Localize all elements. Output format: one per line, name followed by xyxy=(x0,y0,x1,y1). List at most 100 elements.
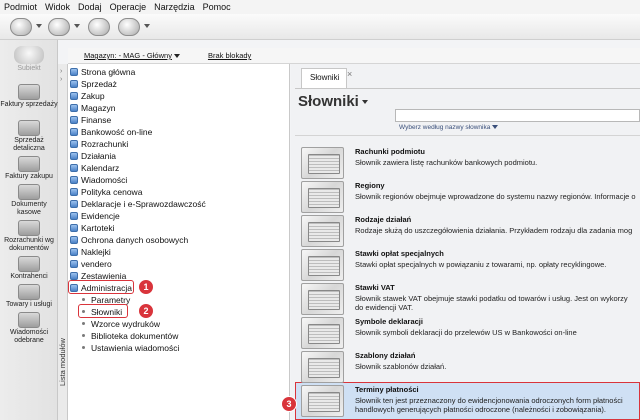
search-input[interactable] xyxy=(395,109,640,122)
tree-item-biblioteka[interactable]: Biblioteka dokumentów xyxy=(80,330,178,341)
close-icon[interactable]: × xyxy=(347,69,352,79)
tree-item-finanse[interactable]: Finanse xyxy=(70,114,111,125)
dict-item-symbole-deklaracji[interactable]: Symbole deklaracji Słownik symboli dekla… xyxy=(301,316,640,349)
ribbon-item-kontrahenci[interactable]: Kontrahenci xyxy=(0,256,58,281)
highlight-administracja xyxy=(68,280,134,294)
lock-status-link[interactable]: Brak blokady xyxy=(208,51,251,60)
dict-desc: Słownik regionów obejmuje wprowadzone do… xyxy=(355,192,636,201)
ribbon-item-label: Rozrachunki wg dokumentów xyxy=(4,237,54,252)
open-icon[interactable] xyxy=(48,18,70,36)
tree-item-kalendarz[interactable]: Kalendarz xyxy=(70,162,119,173)
bank-icon xyxy=(70,127,78,136)
bullet-icon xyxy=(82,334,85,337)
vendero-icon xyxy=(70,259,78,268)
warehouse-label: Magazyn: - MAG - Główny xyxy=(84,51,172,60)
highlight-slowniki xyxy=(78,304,128,318)
dict-desc: Słownik zawiera listę rachunków bankowyc… xyxy=(355,158,538,167)
ribbon-item-label: Wiadomości odebrane xyxy=(9,329,49,344)
menu-operacje[interactable]: Operacje xyxy=(110,2,147,12)
ribbon-item-label: Faktury zakupu xyxy=(5,173,53,180)
brand-label: Subiekt xyxy=(17,65,41,72)
dict-item-stawki-oplat[interactable]: Stawki opłat specjalnych Stawki opłat sp… xyxy=(301,248,640,281)
tree-item-ochrona-danych[interactable]: Ochrona danych osobowych xyxy=(70,234,188,245)
tree-item-strona-glowna[interactable]: Strona główna xyxy=(70,66,135,77)
module-tree: Strona główna Sprzedaż Zakup Magazyn Fin… xyxy=(68,64,290,420)
tree-item-ustawienia-wiadomosci[interactable]: Ustawienia wiadomości xyxy=(80,342,179,353)
menu-pomoc[interactable]: Pomoc xyxy=(203,2,231,12)
chevron-down-icon[interactable] xyxy=(74,24,80,28)
calendar-icon xyxy=(70,163,78,172)
messages-icon xyxy=(18,312,40,328)
module-list-strip[interactable]: › › Lista modułów xyxy=(58,64,68,420)
tree-item-ewidencje[interactable]: Ewidencje xyxy=(70,210,120,221)
ribbon-item-wiadomosci-odebrane[interactable]: Wiadomości odebrane xyxy=(0,312,58,345)
refresh-icon[interactable] xyxy=(88,18,110,36)
tree-item-polityka-cenowa[interactable]: Polityka cenowa xyxy=(70,186,142,197)
tree-item-rozrachunki[interactable]: Rozrachunki xyxy=(70,138,128,149)
ribbon-item-dokumenty-kasowe[interactable]: Dokumenty kasowe xyxy=(0,184,58,217)
chevron-down-icon xyxy=(361,100,368,105)
warehouse-selector[interactable]: Magazyn: - MAG - Główny xyxy=(84,51,180,60)
dict-desc: Słownik symboli deklaracji do przelewów … xyxy=(355,328,577,337)
help-icon[interactable] xyxy=(118,18,140,36)
book-icon xyxy=(301,317,344,349)
dict-item-rachunki-podmiotu[interactable]: Rachunki podmiotu Słownik zawiera listę … xyxy=(301,146,640,179)
tree-item-dzialania[interactable]: Działania xyxy=(70,150,116,161)
dict-title: Symbole deklaracji xyxy=(355,317,423,326)
page-title[interactable]: Słowniki xyxy=(298,93,368,110)
chevron-down-icon[interactable] xyxy=(36,24,42,28)
menu-dodaj[interactable]: Dodaj xyxy=(78,2,102,12)
tree-item-magazyn[interactable]: Magazyn xyxy=(70,102,116,113)
tree-item-wiadomosci[interactable]: Wiadomości xyxy=(70,174,127,185)
new-document-icon[interactable] xyxy=(10,18,32,36)
tab-slowniki[interactable]: Słowniki xyxy=(301,68,347,88)
tree-item-deklaracje[interactable]: Deklaracje i e-Sprawozdawczość xyxy=(70,198,206,209)
menu-widok[interactable]: Widok xyxy=(45,2,70,12)
book-icon xyxy=(301,215,344,247)
menu-podmiot[interactable]: Podmiot xyxy=(4,2,37,12)
step-badge-2: 2 xyxy=(138,303,154,319)
dict-item-regiony[interactable]: Regiony Słownik regionów obejmuje wprowa… xyxy=(301,180,640,213)
module-ribbon: Subiekt Faktury sprzedaży Sprzedaż detal… xyxy=(0,40,58,420)
dict-item-terminy-platnosci[interactable]: Terminy płatności Słownik ten jest przez… xyxy=(301,384,640,417)
divider xyxy=(295,135,640,136)
sales-icon xyxy=(70,79,78,88)
tree-item-wzorce-wydrukow[interactable]: Wzorce wydruków xyxy=(80,318,160,329)
dict-desc-2: handlowych generujących płatności odrocz… xyxy=(355,405,606,414)
dict-desc: Rodzaje służą do uszczegółowienia działa… xyxy=(355,226,633,235)
ribbon-item-towary-i-uslugi[interactable]: Towary i usługi xyxy=(0,284,58,309)
tree-item-bankowosc[interactable]: Bankowość on-line xyxy=(70,126,152,137)
ribbon-item-rozrachunki[interactable]: Rozrachunki wg dokumentów xyxy=(0,220,58,253)
dict-title: Stawki opłat specjalnych xyxy=(355,249,444,258)
dict-desc-2: do ewidencji VAT. xyxy=(355,303,414,312)
dict-item-rodzaje-dzialan[interactable]: Rodzaje działań Rodzaje służą do uszczeg… xyxy=(301,214,640,247)
book-icon xyxy=(301,181,344,213)
search-mode-selector[interactable]: Wyberz według nazwy słownika xyxy=(399,124,499,131)
bullet-icon xyxy=(82,346,85,349)
menu-narzedzia[interactable]: Narzędzia xyxy=(154,2,195,12)
tree-item-vendero[interactable]: vendero xyxy=(70,258,112,269)
ribbon-item-label: Towary i usługi xyxy=(6,301,52,308)
chevron-right-icon[interactable]: › xyxy=(60,68,62,75)
receipt-icon xyxy=(18,120,40,136)
book-icon xyxy=(301,249,344,281)
ribbon-item-faktury-zakupu[interactable]: Faktury zakupu xyxy=(0,156,58,181)
finance-icon xyxy=(70,115,78,124)
module-list-label: Lista modułów xyxy=(58,338,67,386)
tree-item-kartoteki[interactable]: Kartoteki xyxy=(70,222,115,233)
tree-item-zakup[interactable]: Zakup xyxy=(70,90,105,101)
dict-item-szablony-dzialan[interactable]: Szablony działań Słownik szablonów dział… xyxy=(301,350,640,383)
shield-icon xyxy=(70,235,78,244)
chevron-right-icon[interactable]: › xyxy=(60,76,62,83)
ribbon-item-label: Faktury sprzedaży xyxy=(0,101,58,108)
book-icon xyxy=(301,283,344,315)
subiekt-logo: Subiekt xyxy=(6,46,52,76)
dict-item-stawki-vat[interactable]: Stawki VAT Słownik stawek VAT obejmuje s… xyxy=(301,282,640,315)
ribbon-item-sprzedaz-detaliczna[interactable]: Sprzedaż detaliczna xyxy=(0,120,58,153)
tree-item-naklejki[interactable]: Naklejki xyxy=(70,246,111,257)
chevron-down-icon[interactable] xyxy=(144,24,150,28)
ribbon-item-faktury-sprzedazy[interactable]: Faktury sprzedaży xyxy=(0,84,58,109)
goods-icon xyxy=(18,284,40,300)
dict-title: Terminy płatności xyxy=(355,385,419,394)
tree-item-sprzedaz[interactable]: Sprzedaż xyxy=(70,78,117,89)
